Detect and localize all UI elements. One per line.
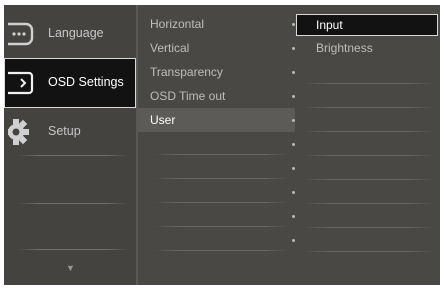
sub-menu-separator xyxy=(154,154,289,155)
sub-menu-item-transparency[interactable]: Transparency xyxy=(138,60,295,84)
main-menu-item-language[interactable]: Language xyxy=(4,11,136,59)
option-label: Input xyxy=(316,18,343,32)
option-separator xyxy=(304,83,434,84)
osd-screen-icon xyxy=(8,71,34,95)
sub-menu-item-horizontal[interactable]: Horizontal xyxy=(138,12,295,36)
main-menu-label: Setup xyxy=(48,124,81,138)
row-dot xyxy=(292,119,295,122)
sub-menu-separator xyxy=(154,202,289,203)
main-menu-separator xyxy=(18,249,128,250)
main-menu-label: Language xyxy=(48,26,104,40)
sub-menu-item-user[interactable]: User xyxy=(138,108,295,132)
row-dot xyxy=(292,143,295,146)
option-separator xyxy=(304,179,434,180)
main-menu-item-setup[interactable]: Setup xyxy=(4,109,136,157)
sub-menu-separator xyxy=(154,178,289,179)
option-separator xyxy=(304,227,434,228)
main-menu-label: OSD Settings xyxy=(48,75,124,89)
option-separator xyxy=(304,203,434,204)
sub-menu-label: User xyxy=(150,113,176,127)
sub-menu-item-vertical[interactable]: Vertical xyxy=(138,36,295,60)
osd-menu: Language OSD Settings Setup ▼ Horizontal… xyxy=(4,5,440,285)
row-dot xyxy=(292,167,295,170)
row-dot xyxy=(292,95,295,98)
row-dot xyxy=(292,215,295,218)
speech-bubble-icon xyxy=(8,22,34,46)
option-separator xyxy=(304,251,434,252)
row-dot xyxy=(292,239,295,242)
row-dot xyxy=(292,47,295,50)
sub-menu-label: OSD Time out xyxy=(150,89,226,103)
row-dot xyxy=(292,191,295,194)
sub-menu-item-osd-time-out[interactable]: OSD Time out xyxy=(138,84,295,108)
scroll-down-arrow-icon[interactable]: ▼ xyxy=(66,263,75,273)
option-item-brightness[interactable]: Brightness xyxy=(296,37,438,59)
sub-menu-label: Horizontal xyxy=(150,17,205,31)
sub-menu-separator xyxy=(154,226,289,227)
sub-menu-label: Vertical xyxy=(150,41,190,55)
option-item-input[interactable]: Input xyxy=(296,14,438,36)
option-label: Brightness xyxy=(316,41,373,55)
option-separator xyxy=(304,107,434,108)
main-menu-item-osd-settings[interactable]: OSD Settings xyxy=(4,58,136,108)
option-separator xyxy=(304,131,434,132)
row-dot xyxy=(292,23,295,26)
sub-menu-label: Transparency xyxy=(150,65,223,79)
main-menu-separator xyxy=(18,203,128,204)
option-separator xyxy=(304,155,434,156)
row-dot xyxy=(292,71,295,74)
gear-icon xyxy=(8,119,29,145)
sub-menu-separator xyxy=(154,250,289,251)
main-menu-separator xyxy=(18,155,128,156)
